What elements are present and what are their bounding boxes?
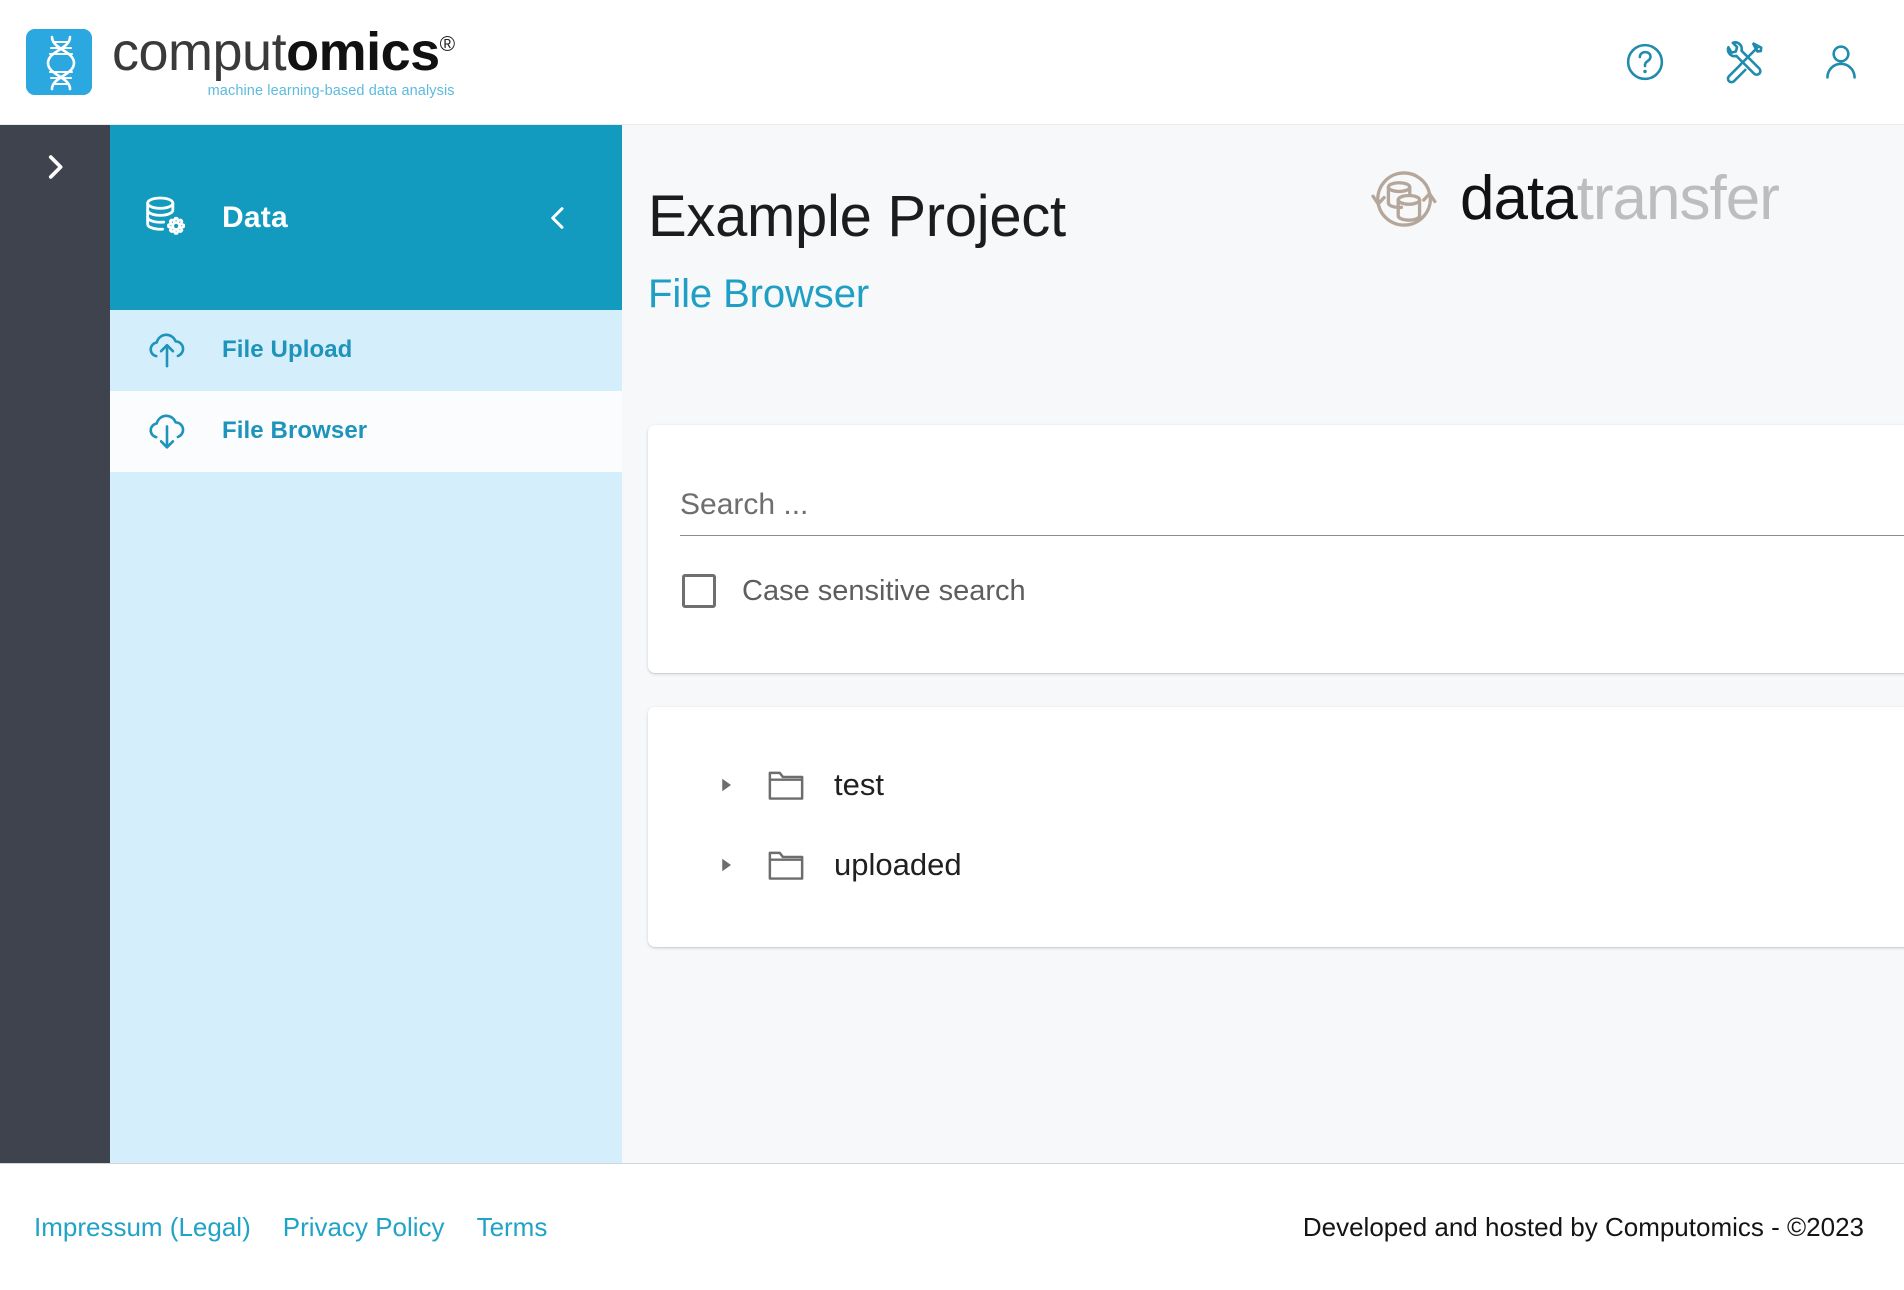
- case-sensitive-checkbox[interactable]: [682, 574, 716, 608]
- sidebar-item-label: File Upload: [222, 336, 353, 363]
- page-titles: Example Project File Browser: [648, 184, 1066, 317]
- sidebar-item-file-browser[interactable]: File Browser: [110, 391, 622, 472]
- sidebar-item-label: File Browser: [222, 417, 368, 444]
- sidebar-item-file-upload[interactable]: File Upload: [110, 310, 622, 391]
- page-footer: Impressum (Legal) Privacy Policy Terms D…: [0, 1163, 1904, 1290]
- tree-row-name: test: [834, 767, 884, 802]
- brand-word-first: comput: [112, 22, 287, 83]
- top-header: computomics® machine learning-based data…: [0, 0, 1904, 125]
- search-row: [680, 425, 1904, 536]
- app-root: computomics® machine learning-based data…: [0, 0, 1904, 1290]
- brand-registered-mark: ®: [439, 33, 455, 57]
- search-input[interactable]: [680, 487, 1904, 523]
- tools-icon[interactable]: [1720, 39, 1766, 85]
- brand-logo[interactable]: computomics® machine learning-based data…: [26, 23, 455, 101]
- sidebar-expand-rail[interactable]: [0, 125, 110, 1163]
- datatransfer-wordmark: datatransfer: [1460, 168, 1780, 230]
- header-actions: [1622, 39, 1864, 85]
- chevron-left-icon[interactable]: [542, 202, 574, 234]
- search-card: Case sensitive search: [648, 425, 1904, 673]
- caret-right-icon[interactable]: [716, 775, 742, 795]
- datatransfer-product-logo: datatransfer: [1362, 157, 1780, 241]
- tree-row-name: uploaded: [834, 847, 962, 882]
- folder-icon: [764, 763, 810, 807]
- footer-link-privacy-policy[interactable]: Privacy Policy: [283, 1212, 445, 1243]
- footer-links: Impressum (Legal) Privacy Policy Terms: [34, 1212, 547, 1243]
- case-sensitive-label: Case sensitive search: [742, 574, 1026, 607]
- dna-helix-logo-icon: [26, 29, 92, 95]
- main-content: Example Project File Browser datatransfe…: [622, 125, 1904, 1163]
- body-region: Data File Upload File Browser Example Pr…: [0, 125, 1904, 1163]
- sidebar-filler: [110, 472, 622, 1163]
- sidebar-group-label: Data: [222, 200, 288, 234]
- main-header: Example Project File Browser datatransfe…: [622, 125, 1904, 317]
- cloud-upload-icon: [136, 327, 198, 373]
- footer-credit: Developed and hosted by Computomics - ©2…: [1302, 1211, 1864, 1242]
- datatransfer-word-light: transfer: [1576, 164, 1780, 233]
- page-subtitle: File Browser: [648, 271, 870, 316]
- database-gear-icon: [136, 191, 198, 245]
- datatransfer-word-bold: data: [1460, 164, 1578, 233]
- user-account-icon[interactable]: [1818, 39, 1864, 85]
- caret-right-icon[interactable]: [716, 855, 742, 875]
- brand-tagline: machine learning-based data analysis: [207, 83, 455, 100]
- brand-word: computomics®: [112, 25, 455, 80]
- cloud-download-icon: [136, 408, 198, 454]
- case-sensitive-search-row[interactable]: Case sensitive search: [682, 574, 1904, 608]
- sidebar: Data File Upload File Browser: [110, 125, 622, 1163]
- datatransfer-databases-icon: [1362, 157, 1446, 241]
- brand-word-second: omics: [286, 22, 440, 83]
- file-tree: test uploaded: [648, 707, 1904, 905]
- sidebar-group-data[interactable]: Data: [110, 125, 622, 310]
- footer-link-terms[interactable]: Terms: [477, 1212, 548, 1243]
- tree-row[interactable]: uploaded: [648, 825, 1904, 905]
- chevron-right-icon[interactable]: [35, 147, 75, 187]
- folder-icon: [764, 843, 810, 887]
- search-field-wrapper: [680, 487, 1904, 536]
- page-title: Example Project: [648, 184, 1066, 249]
- tree-row[interactable]: test: [648, 745, 1904, 825]
- brand-wordmark: computomics® machine learning-based data…: [112, 25, 455, 99]
- file-tree-card: test uploaded: [648, 707, 1904, 947]
- help-icon[interactable]: [1622, 39, 1668, 85]
- footer-link-impressum[interactable]: Impressum (Legal): [34, 1212, 251, 1243]
